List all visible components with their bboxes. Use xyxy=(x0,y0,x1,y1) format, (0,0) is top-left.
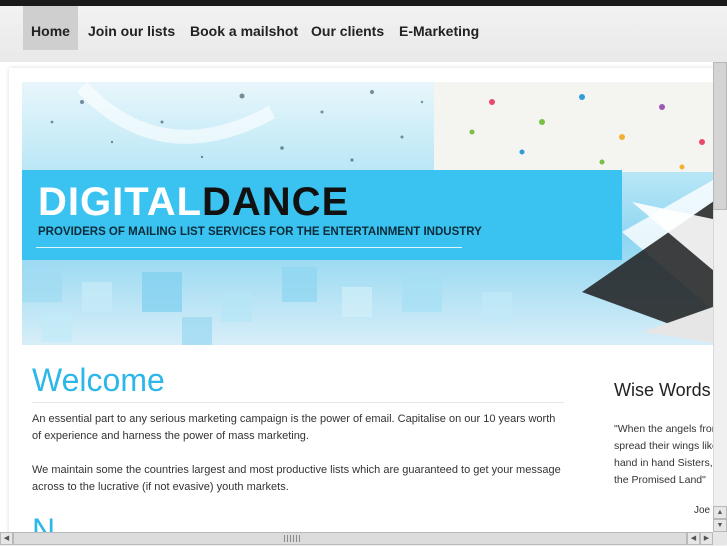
scroll-left-icon-2[interactable]: ◀ xyxy=(687,532,700,545)
nav-book-a-mailshot[interactable]: Book a mailshot xyxy=(190,6,298,50)
nav-join-our-lists[interactable]: Join our lists xyxy=(88,6,175,50)
intro-paragraph: An essential part to any serious marketi… xyxy=(32,413,556,442)
sidebar-quote: "When the angels from spread their wings… xyxy=(614,423,722,486)
header-banner: DIGITALDANCE PROVIDERS OF MAILING LIST S… xyxy=(22,82,727,345)
site-logo: DIGITALDANCE xyxy=(38,180,349,225)
quote-author: Joe xyxy=(694,505,711,516)
scroll-left-icon[interactable]: ◀ xyxy=(0,532,13,545)
scrollbar-corner xyxy=(713,532,727,545)
nav-home[interactable]: Home xyxy=(23,6,78,50)
logo-text-digital: DIGITAL xyxy=(38,180,203,224)
next-section-heading: N xyxy=(32,515,56,533)
heading-divider xyxy=(32,402,564,403)
main-navigation: Home Join our lists Book a mailshot Our … xyxy=(0,6,727,62)
nav-our-clients[interactable]: Our clients xyxy=(311,6,384,50)
vertical-scroll-thumb[interactable] xyxy=(713,62,727,210)
scroll-up-icon[interactable]: ▲ xyxy=(713,506,727,519)
scroll-down-icon[interactable]: ▼ xyxy=(713,519,727,532)
logo-text-dance: DANCE xyxy=(202,180,350,224)
lists-paragraph: We maintain some the countries largest a… xyxy=(32,464,561,493)
sidebar-title: Wise Words xyxy=(614,380,711,400)
scroll-right-icon[interactable]: ▶ xyxy=(700,532,713,545)
welcome-heading: Welcome xyxy=(32,362,165,398)
nav-e-marketing[interactable]: E-Marketing xyxy=(399,6,479,50)
site-tagline: PROVIDERS OF MAILING LIST SERVICES FOR T… xyxy=(38,226,482,238)
horizontal-scroll-thumb[interactable] xyxy=(13,532,687,545)
scroll-grip-icon xyxy=(284,535,300,542)
tagline-underline xyxy=(36,247,462,248)
